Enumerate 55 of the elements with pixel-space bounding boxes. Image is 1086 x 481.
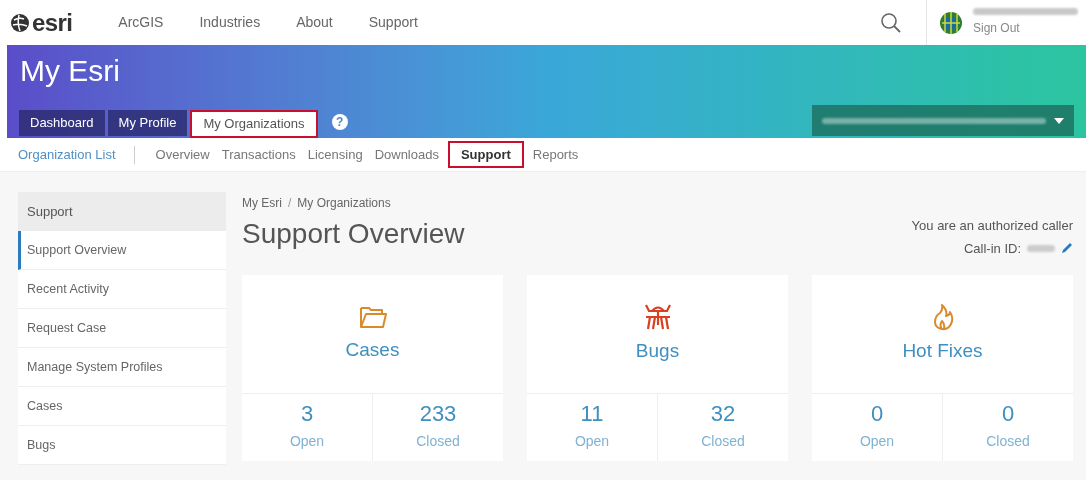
sidebar-item[interactable]: Recent Activity bbox=[18, 270, 226, 309]
subnav-link[interactable]: Support bbox=[447, 140, 524, 169]
stat-label: Closed bbox=[416, 432, 460, 451]
sidebar-item[interactable]: Cases bbox=[18, 387, 226, 426]
stat-count[interactable]: 32 bbox=[710, 403, 736, 425]
stat-count[interactable]: 233 bbox=[419, 403, 457, 425]
blurred-call-in-id bbox=[1027, 244, 1055, 252]
nav-link[interactable]: About bbox=[296, 12, 333, 33]
subnav-link[interactable]: Transactions bbox=[218, 142, 299, 167]
caret-icon bbox=[1054, 117, 1064, 124]
stat-count[interactable]: 3 bbox=[300, 403, 314, 425]
nav-link[interactable]: Industries bbox=[199, 12, 261, 33]
logo-wordmark: esri bbox=[32, 10, 73, 35]
esri-logo[interactable]: esri bbox=[10, 10, 73, 35]
nav-link[interactable]: ArcGIS bbox=[118, 12, 164, 33]
subnav-link[interactable]: Reports bbox=[529, 142, 582, 167]
stat-label: Open bbox=[574, 432, 610, 451]
flame-icon bbox=[931, 302, 954, 331]
stat-label: Closed bbox=[701, 432, 745, 451]
pencil-icon[interactable] bbox=[1061, 242, 1073, 255]
sidebar-item[interactable]: Manage System Profiles bbox=[18, 348, 226, 387]
stat-count[interactable]: 11 bbox=[580, 403, 604, 425]
breadcrumb-link[interactable]: My Esri bbox=[242, 194, 282, 212]
subnav-link[interactable]: Downloads bbox=[371, 142, 442, 167]
card-title-link[interactable]: Bugs bbox=[635, 336, 680, 366]
nav-tab[interactable]: My Profile bbox=[107, 110, 188, 136]
subnav-link[interactable]: Licensing bbox=[304, 142, 366, 167]
card-title-link[interactable]: Hot Fixes bbox=[902, 336, 983, 366]
sign-out-link[interactable]: Sign Out bbox=[973, 19, 1078, 37]
sidebar-heading: Support bbox=[18, 192, 226, 231]
stat-count[interactable]: 0 bbox=[870, 403, 884, 425]
page-title: Support Overview bbox=[242, 220, 465, 248]
stat-count[interactable]: 0 bbox=[1001, 403, 1015, 425]
search-icon[interactable] bbox=[880, 11, 902, 34]
globe-avatar-icon[interactable] bbox=[939, 10, 963, 35]
nav-link[interactable]: Support bbox=[368, 12, 418, 33]
card-title-link[interactable]: Cases bbox=[345, 335, 400, 365]
authorized-caller-text: You are an authorized caller bbox=[911, 217, 1073, 235]
globe-icon bbox=[10, 12, 30, 33]
sidebar-item[interactable]: Bugs bbox=[18, 426, 226, 465]
stat-label: Open bbox=[859, 432, 895, 451]
nav-tab[interactable]: Dashboard bbox=[19, 110, 105, 136]
stat-label: Open bbox=[289, 432, 325, 451]
organization-list-link[interactable]: Organization List bbox=[18, 144, 116, 165]
nav-tab[interactable]: My Organizations bbox=[190, 110, 318, 138]
sidebar-item[interactable]: Support Overview bbox=[18, 231, 226, 270]
page-heading: My Esri bbox=[20, 56, 121, 86]
subnav-link[interactable]: Overview bbox=[152, 142, 213, 167]
breadcrumb-link[interactable]: My Organizations bbox=[297, 194, 391, 212]
call-in-id-label: Call-in ID: bbox=[963, 239, 1021, 258]
sidebar-item[interactable]: Request Case bbox=[18, 309, 226, 348]
breadcrumb-separator: / bbox=[288, 195, 292, 212]
help-icon[interactable]: ? bbox=[331, 114, 348, 130]
bug-icon bbox=[643, 302, 672, 331]
stat-label: Closed bbox=[986, 432, 1030, 451]
